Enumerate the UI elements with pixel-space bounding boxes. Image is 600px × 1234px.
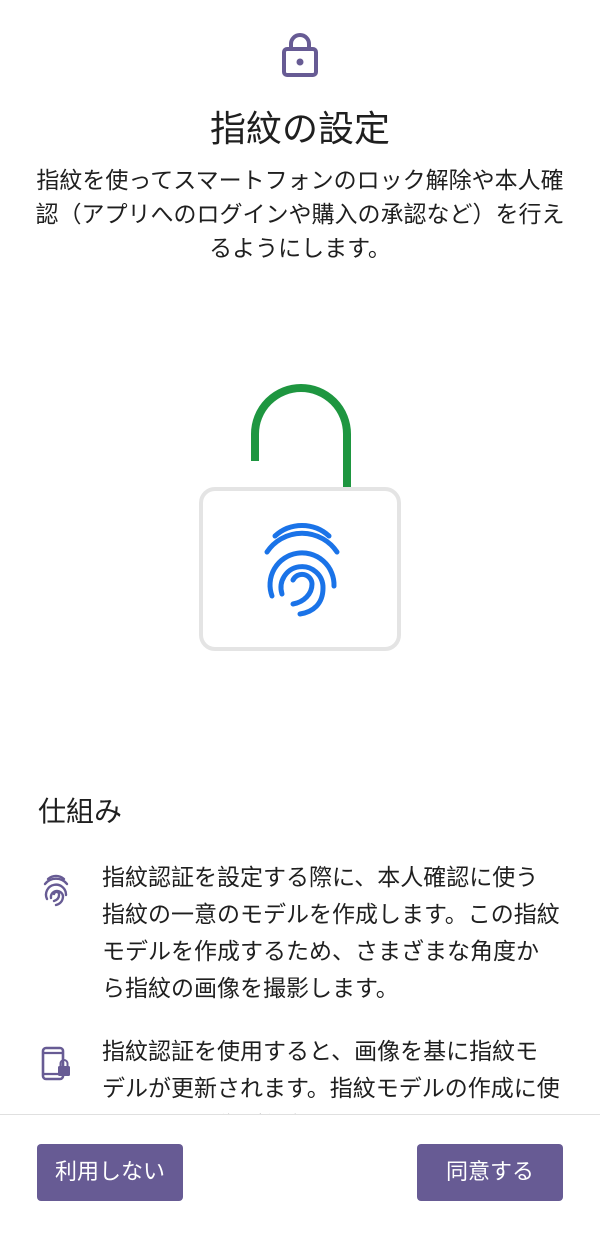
info-item-model-update: 指紋認証を使用すると、画像を基に指紋モデルが更新されます。指紋モデルの作成に使用… xyxy=(0,1034,600,1114)
info-scroll-area[interactable]: 指紋認証を設定する際に、本人確認に使う指紋の一意のモデルを作成します。この指紋モ… xyxy=(0,860,600,1114)
skip-button[interactable]: 利用しない xyxy=(37,1144,183,1201)
fingerprint-icon xyxy=(43,874,69,907)
lock-icon xyxy=(282,33,318,77)
agree-button[interactable]: 同意する xyxy=(417,1144,563,1201)
unlocked-padlock-fingerprint-illustration xyxy=(199,384,401,651)
page-description: 指紋を使ってスマートフォンのロック解除や本人確認（アプリへのログインや購入の承認… xyxy=(35,168,565,262)
info-item-fingerprint-model: 指紋認証を設定する際に、本人確認に使う指紋の一意のモデルを作成します。この指紋モ… xyxy=(0,860,600,1008)
footer-divider xyxy=(0,1114,600,1115)
info-text-fingerprint-model: 指紋認証を設定する際に、本人確認に使う指紋の一意のモデルを作成します。この指紋モ… xyxy=(102,865,560,1002)
section-heading-how-it-works: 仕組み xyxy=(38,795,123,828)
phone-lock-icon xyxy=(41,1046,70,1081)
info-text-model-update: 指紋認証を使用すると、画像を基に指紋モデルが更新されます。指紋モデルの作成に使用… xyxy=(102,1039,560,1114)
page-title: 指紋の設定 xyxy=(209,109,390,150)
